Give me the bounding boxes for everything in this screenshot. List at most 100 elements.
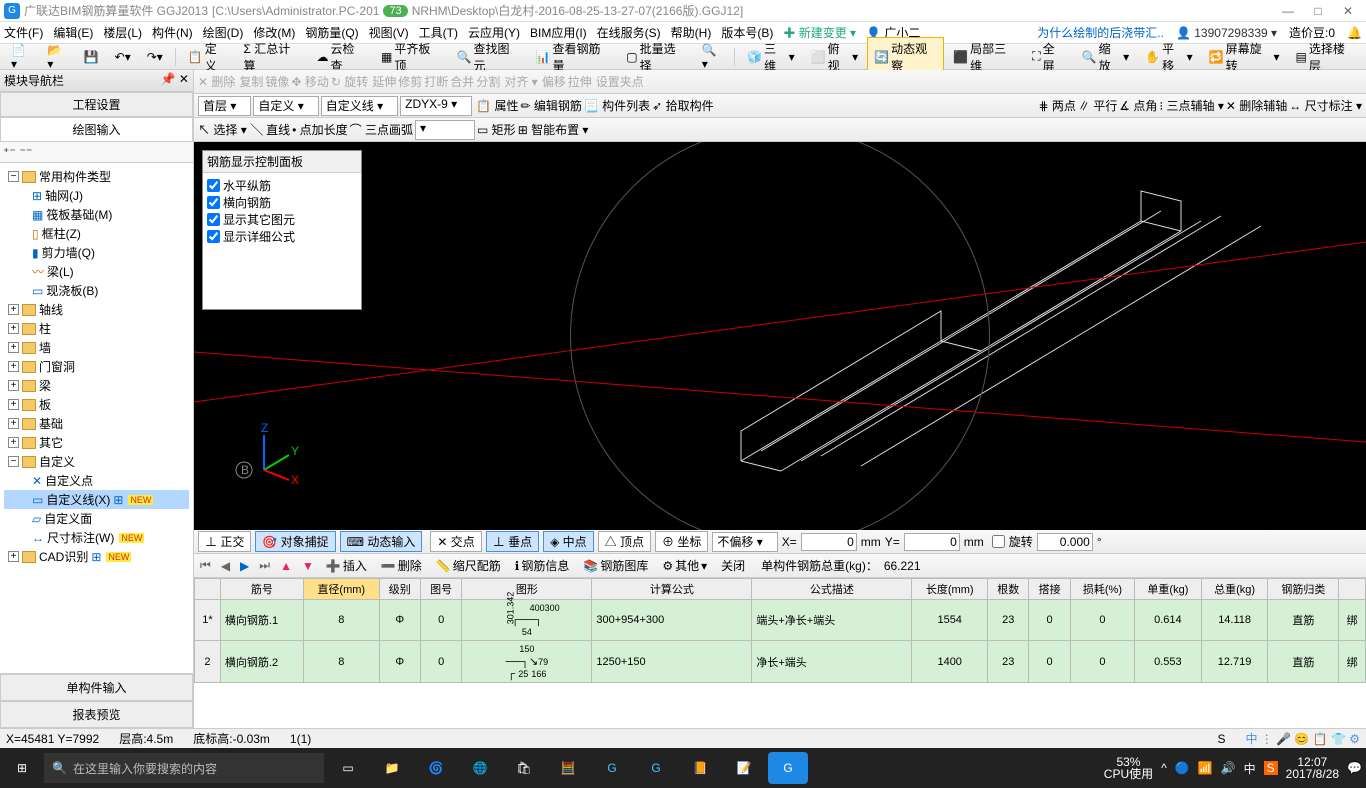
ime-indicator[interactable]: S <box>1217 732 1225 746</box>
rebar-info-button[interactable]: ℹ 钢筋信息 <box>511 557 574 574</box>
stretch-button[interactable]: 拉伸 <box>568 73 592 90</box>
addlen-tool[interactable]: • 点加长度 <box>292 121 348 138</box>
menu-floor[interactable]: 楼层(L) <box>103 24 142 41</box>
menu-edit[interactable]: 编辑(E) <box>53 24 93 41</box>
nav-first[interactable]: ⏮ <box>198 558 213 573</box>
notif-icon[interactable]: 💬 <box>1347 761 1362 775</box>
dim-mark-button[interactable]: ↔ 尺寸标注 ▾ <box>1289 97 1362 114</box>
mirror-button[interactable]: 镜像 <box>265 73 289 90</box>
threeaux-button[interactable]: ⁝ 三点辅轴 ▾ <box>1159 97 1224 114</box>
ortho-button[interactable]: ⊥ 正交 <box>198 531 251 552</box>
align-button[interactable]: 对齐 ▾ <box>504 73 537 90</box>
bin-button[interactable]: 🔍▾ <box>695 40 729 74</box>
tray-net-icon[interactable]: 🔵 <box>1175 761 1190 775</box>
tray-up-icon[interactable]: ^ <box>1161 761 1167 775</box>
app1-icon[interactable]: G <box>592 752 632 784</box>
trim-button[interactable]: 修剪 <box>398 73 422 90</box>
y-input[interactable] <box>904 533 960 551</box>
rebar-lib-button[interactable]: 📚 钢筋图库 <box>579 557 652 574</box>
rotate-input[interactable] <box>1037 533 1093 551</box>
delete-row-button[interactable]: ➖ 删除 <box>377 557 426 574</box>
nav-next[interactable]: ▶ <box>238 559 251 573</box>
code-combo[interactable]: ZDYX-9 ▾ <box>400 96 472 116</box>
pick-button[interactable]: ➶ 拾取构件 <box>652 97 713 114</box>
edge-icon[interactable]: 🌐 <box>460 752 500 784</box>
edit-rebar-button[interactable]: ✏ 编辑钢筋 <box>520 97 581 114</box>
extend-button[interactable]: 延伸 <box>372 73 396 90</box>
obj-snap-button[interactable]: 🎯 对象捕捉 <box>255 531 335 552</box>
coord-button[interactable]: ⊕ 坐标 <box>655 531 708 552</box>
merge-button[interactable]: 合并 <box>450 73 474 90</box>
delete-button[interactable]: ✕ 删除 <box>198 73 235 90</box>
x-input[interactable] <box>801 533 857 551</box>
type-combo[interactable]: 自定义线 ▾ <box>321 96 398 116</box>
setgrip-button[interactable]: 设置夹点 <box>596 73 644 90</box>
start-button[interactable]: ⊞ <box>4 752 40 784</box>
open-file-button[interactable]: 📂▾ <box>40 40 74 74</box>
cat-combo[interactable]: 自定义 ▾ <box>253 96 318 116</box>
clock-date[interactable]: 2017/8/28 <box>1286 768 1339 780</box>
tray-wifi-icon[interactable]: 📶 <box>1198 761 1213 775</box>
calc-icon[interactable]: 🧮 <box>548 752 588 784</box>
spiral-icon[interactable]: 🌀 <box>416 752 456 784</box>
nav-last[interactable]: ⏭ <box>257 558 272 573</box>
break-button[interactable]: 打断 <box>424 73 448 90</box>
tab-draw-input[interactable]: 绘图输入 <box>0 117 193 142</box>
task-view-icon[interactable]: ▭ <box>328 752 368 784</box>
scale-button[interactable]: 📏 缩尺配筋 <box>432 557 505 574</box>
insert-row-button[interactable]: ➕ 插入 <box>322 557 371 574</box>
tray-vol-icon[interactable]: 🔊 <box>1221 761 1236 775</box>
nav-down[interactable]: ▼ <box>300 559 316 573</box>
close-grid-button[interactable]: 关闭 <box>717 557 749 574</box>
taskbar-search[interactable]: 🔍 在这里输入你要搜索的内容 <box>44 753 324 783</box>
max-button[interactable]: □ <box>1304 4 1332 18</box>
tray-sogou-icon[interactable]: S <box>1264 761 1278 775</box>
attr-button[interactable]: 📋 属性 <box>476 97 518 114</box>
ggj-icon[interactable]: G <box>768 752 808 784</box>
comp-list-button[interactable]: 📃 构件列表 <box>584 97 650 114</box>
floor-combo[interactable]: 首层 ▾ <box>198 96 251 116</box>
new-file-button[interactable]: 📄▾ <box>4 40 38 74</box>
copy-button[interactable]: 复制 <box>239 73 263 90</box>
rotate-check[interactable] <box>992 535 1005 548</box>
min-button[interactable]: — <box>1274 4 1302 18</box>
tree-expand-icon[interactable]: ⁺⁻ <box>3 145 16 159</box>
parallel-button[interactable]: ∥ 平行 <box>1078 97 1117 114</box>
other-button[interactable]: ⚙ 其他 ▾ <box>658 557 711 574</box>
line-tool[interactable]: ╲ 直线 <box>251 121 290 138</box>
component-tree[interactable]: −常用构件类型 ⊞轴网(J) ▦筏板基础(M) ▯框柱(Z) ▮剪力墙(Q) 〰… <box>0 163 193 673</box>
undo-button[interactable]: ↶▾ <box>108 47 138 67</box>
dyn-input-button[interactable]: ⌨ 动态输入 <box>340 531 423 552</box>
nav-up[interactable]: ▲ <box>278 559 294 573</box>
panel-pin-icon[interactable]: 📌 ✕ <box>161 72 189 89</box>
tab-project-setting[interactable]: 工程设置 <box>0 92 193 117</box>
close-button[interactable]: ✕ <box>1334 4 1362 18</box>
mid-button[interactable]: ◈ 中点 <box>543 531 594 552</box>
tab-report-preview[interactable]: 报表预览 <box>0 701 193 728</box>
inter-button[interactable]: ✕ 交点 <box>430 531 481 552</box>
move-button[interactable]: ✥ 移动 <box>291 73 328 90</box>
smart-tool[interactable]: ⊞ 智能布置 ▾ <box>518 121 589 138</box>
tab-single-component[interactable]: 单构件输入 <box>0 674 193 701</box>
folder-icon[interactable]: 📁 <box>372 752 412 784</box>
vertex-button[interactable]: △ 顶点 <box>598 531 651 552</box>
rebar-grid[interactable]: 筋号 直径(mm) 级别 图号 图形 计算公式 公式描述 长度(mm) 根数 搭… <box>194 578 1366 728</box>
note-icon[interactable]: 📝 <box>724 752 764 784</box>
offset-combo[interactable]: 不偏移 ▾ <box>712 532 777 552</box>
tree-collapse-icon[interactable]: ⁻⁻ <box>20 145 33 159</box>
angle-button[interactable]: ∡ 点角 <box>1119 97 1157 114</box>
rotate-button[interactable]: ↻ 旋转 <box>331 73 368 90</box>
select-tool[interactable]: ↖ 选择 ▾ <box>198 121 247 138</box>
arc3-tool[interactable]: ⌒ 三点画弧 <box>350 121 413 138</box>
delaux-button[interactable]: ✕ 删除辅轴 <box>1226 97 1287 114</box>
tray-ime-icon[interactable]: 中 <box>1244 760 1256 777</box>
draw-misc-combo[interactable]: ▾ <box>415 120 475 140</box>
split-button[interactable]: 分割 <box>476 73 500 90</box>
nav-prev[interactable]: ◀ <box>219 559 232 573</box>
perp-button[interactable]: ⊥ 垂点 <box>486 531 539 552</box>
viewport[interactable]: 钢筋显示控制面板 水平纵筋 横向钢筋 显示其它图元 显示详细公式 <box>194 142 1366 530</box>
menu-file[interactable]: 文件(F) <box>4 24 43 41</box>
app2-icon[interactable]: G <box>636 752 676 784</box>
store-icon[interactable]: 🛍 <box>504 752 544 784</box>
redo-button[interactable]: ↷▾ <box>140 47 170 67</box>
